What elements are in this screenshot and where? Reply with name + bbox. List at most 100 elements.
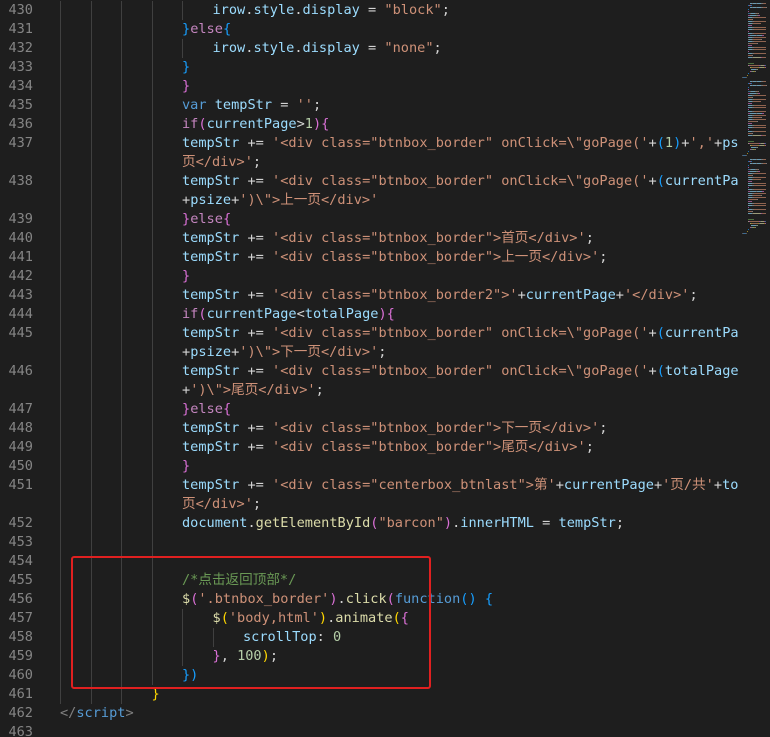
code-line[interactable]: 442} xyxy=(0,267,738,286)
code-line[interactable]: 433} xyxy=(0,58,738,77)
code-line[interactable]: 451 tempStr += '<div class="centerbox_btn… xyxy=(0,476,738,495)
line-number: 450 xyxy=(8,458,33,474)
code-line-wrapped[interactable]: 页</div>'; xyxy=(0,153,738,172)
code-text: }, 100); xyxy=(213,647,279,666)
minimap-mark xyxy=(754,37,766,38)
code-token: getElementById xyxy=(255,515,371,531)
code-line[interactable]: 437 tempStr += '<div class="btnbox_border… xyxy=(0,134,738,153)
code-text: $('body,html').animate({ xyxy=(213,609,409,628)
code-line[interactable]: 444 if(currentPage<totalPage){ xyxy=(0,305,738,324)
indent-guide xyxy=(182,39,183,58)
indent-guide xyxy=(90,685,92,704)
code-line[interactable]: 462 </script> xyxy=(0,704,738,723)
indent-guide xyxy=(90,96,92,115)
code-line[interactable]: 463 xyxy=(0,723,738,737)
code-token: /*点击返回顶部*/ xyxy=(182,572,297,588)
code-line-wrapped[interactable]: +psize+')\">上一页</div>' xyxy=(0,191,738,210)
indent-guide xyxy=(60,20,61,39)
code-line[interactable]: 434} xyxy=(0,77,738,96)
code-line[interactable]: 449 tempStr += '<div class="btnbox_border… xyxy=(0,438,738,457)
code-token: '<div class="btnbox_border">上一页</div>' xyxy=(272,249,600,265)
minimap-mark xyxy=(746,233,747,234)
code-token: < xyxy=(296,306,305,322)
code-token: { xyxy=(321,116,330,132)
indent-guide xyxy=(151,476,153,495)
indent-guide xyxy=(151,39,153,58)
code-token: '<div class="btnbox_border">下一页</div>' xyxy=(272,420,600,436)
code-token: + xyxy=(555,477,564,493)
minimap-mark xyxy=(764,67,766,68)
minimap-mark xyxy=(752,133,753,134)
code-line[interactable]: 460}) xyxy=(0,666,738,685)
indent-guide xyxy=(90,343,92,362)
code-token: display xyxy=(302,40,360,56)
code-token: ) xyxy=(318,610,328,626)
minimap-mark xyxy=(762,159,766,160)
code-line[interactable]: 450} xyxy=(0,457,738,476)
code-line[interactable]: 453 xyxy=(0,533,738,552)
indent-guide xyxy=(60,39,61,58)
code-token: '</div>' xyxy=(623,287,690,303)
code-token: ; xyxy=(252,496,262,512)
minimap-mark xyxy=(746,155,747,156)
code-editor[interactable]: 430 irow.style.display = "block"; 431}else… xyxy=(0,0,770,737)
code-token: function xyxy=(394,591,461,607)
code-line[interactable]: 432 irow.style.display = "none"; xyxy=(0,39,738,58)
indent-guide xyxy=(121,609,122,628)
code-token: "none" xyxy=(384,40,434,56)
code-token: += xyxy=(239,249,273,265)
code-line[interactable]: 440 tempStr += '<div class="btnbox_border… xyxy=(0,229,738,248)
code-text: } xyxy=(182,457,190,476)
indent-guide xyxy=(121,324,122,343)
code-line[interactable]: 436 if(currentPage>1){ xyxy=(0,115,738,134)
code-line[interactable]: 431}else{ xyxy=(0,20,738,39)
code-token: { xyxy=(222,401,232,417)
code-line[interactable]: 456 $('.btnbox_border').click(function() … xyxy=(0,590,738,609)
minimap-mark xyxy=(754,125,766,126)
minimap-mark xyxy=(748,129,749,130)
code-line[interactable]: 439}else{ xyxy=(0,210,738,229)
minimap-mark xyxy=(754,127,766,128)
code-line[interactable]: 430 irow.style.display = "block"; xyxy=(0,1,738,20)
minimap-mark xyxy=(751,161,752,162)
code-line[interactable]: 443 tempStr += '<div class="btnbox_border… xyxy=(0,286,738,305)
indent-guide xyxy=(90,210,92,229)
indent-guide xyxy=(121,514,122,533)
code-line[interactable]: 446 tempStr += '<div class="btnbox_border… xyxy=(0,362,738,381)
code-line[interactable]: 445 tempStr += '<div class="btnbox_border… xyxy=(0,324,738,343)
code-line-wrapped[interactable]: +')\">尾页</div>'; xyxy=(0,381,738,400)
minimap-mark xyxy=(754,193,766,194)
code-token: ) xyxy=(378,306,387,322)
code-line[interactable]: 457 $('body,html').animate({ xyxy=(0,609,738,628)
code-line[interactable]: 452 document.getElementById("barcon").inn… xyxy=(0,514,738,533)
code-line-wrapped[interactable]: +psize+')\">下一页</div>'; xyxy=(0,343,738,362)
code-token: ) xyxy=(329,591,338,607)
code-token: script xyxy=(76,705,126,721)
code-token: tempStr xyxy=(182,325,240,341)
code-token: display xyxy=(302,2,360,18)
code-line[interactable]: 447}else{ xyxy=(0,400,738,419)
code-line[interactable]: 454 xyxy=(0,552,738,571)
indent-guide xyxy=(60,552,61,571)
indent-guide xyxy=(121,457,122,476)
code-line[interactable]: 438 tempStr += '<div class="btnbox_border… xyxy=(0,172,738,191)
code-line[interactable]: 459}, 100); xyxy=(0,647,738,666)
code-text: +')\">尾页</div>'; xyxy=(182,381,324,400)
line-number: 437 xyxy=(8,135,33,151)
code-line[interactable]: 461} xyxy=(0,685,738,704)
minimap[interactable] xyxy=(738,0,770,737)
code-line[interactable]: 441 tempStr += '<div class="btnbox_border… xyxy=(0,248,738,267)
code-line[interactable]: 455 /*点击返回顶部*/ xyxy=(0,571,738,590)
code-area[interactable]: 430 irow.style.display = "block"; 431}else… xyxy=(0,0,738,737)
code-token: ',' xyxy=(689,135,715,151)
code-text: } xyxy=(182,77,190,96)
line-number: 439 xyxy=(8,211,33,227)
indent-guide xyxy=(60,647,61,666)
code-line[interactable]: 448 tempStr += '<div class="btnbox_border… xyxy=(0,419,738,438)
code-token: totalPage xyxy=(722,477,738,493)
code-token: </ xyxy=(60,705,77,721)
code-line-wrapped[interactable]: 页</div>'; xyxy=(0,495,738,514)
code-line[interactable]: 435 var tempStr = ''; xyxy=(0,96,738,115)
code-line[interactable]: 458 scrollTop: 0 xyxy=(0,628,738,647)
indent-guide xyxy=(151,457,153,476)
